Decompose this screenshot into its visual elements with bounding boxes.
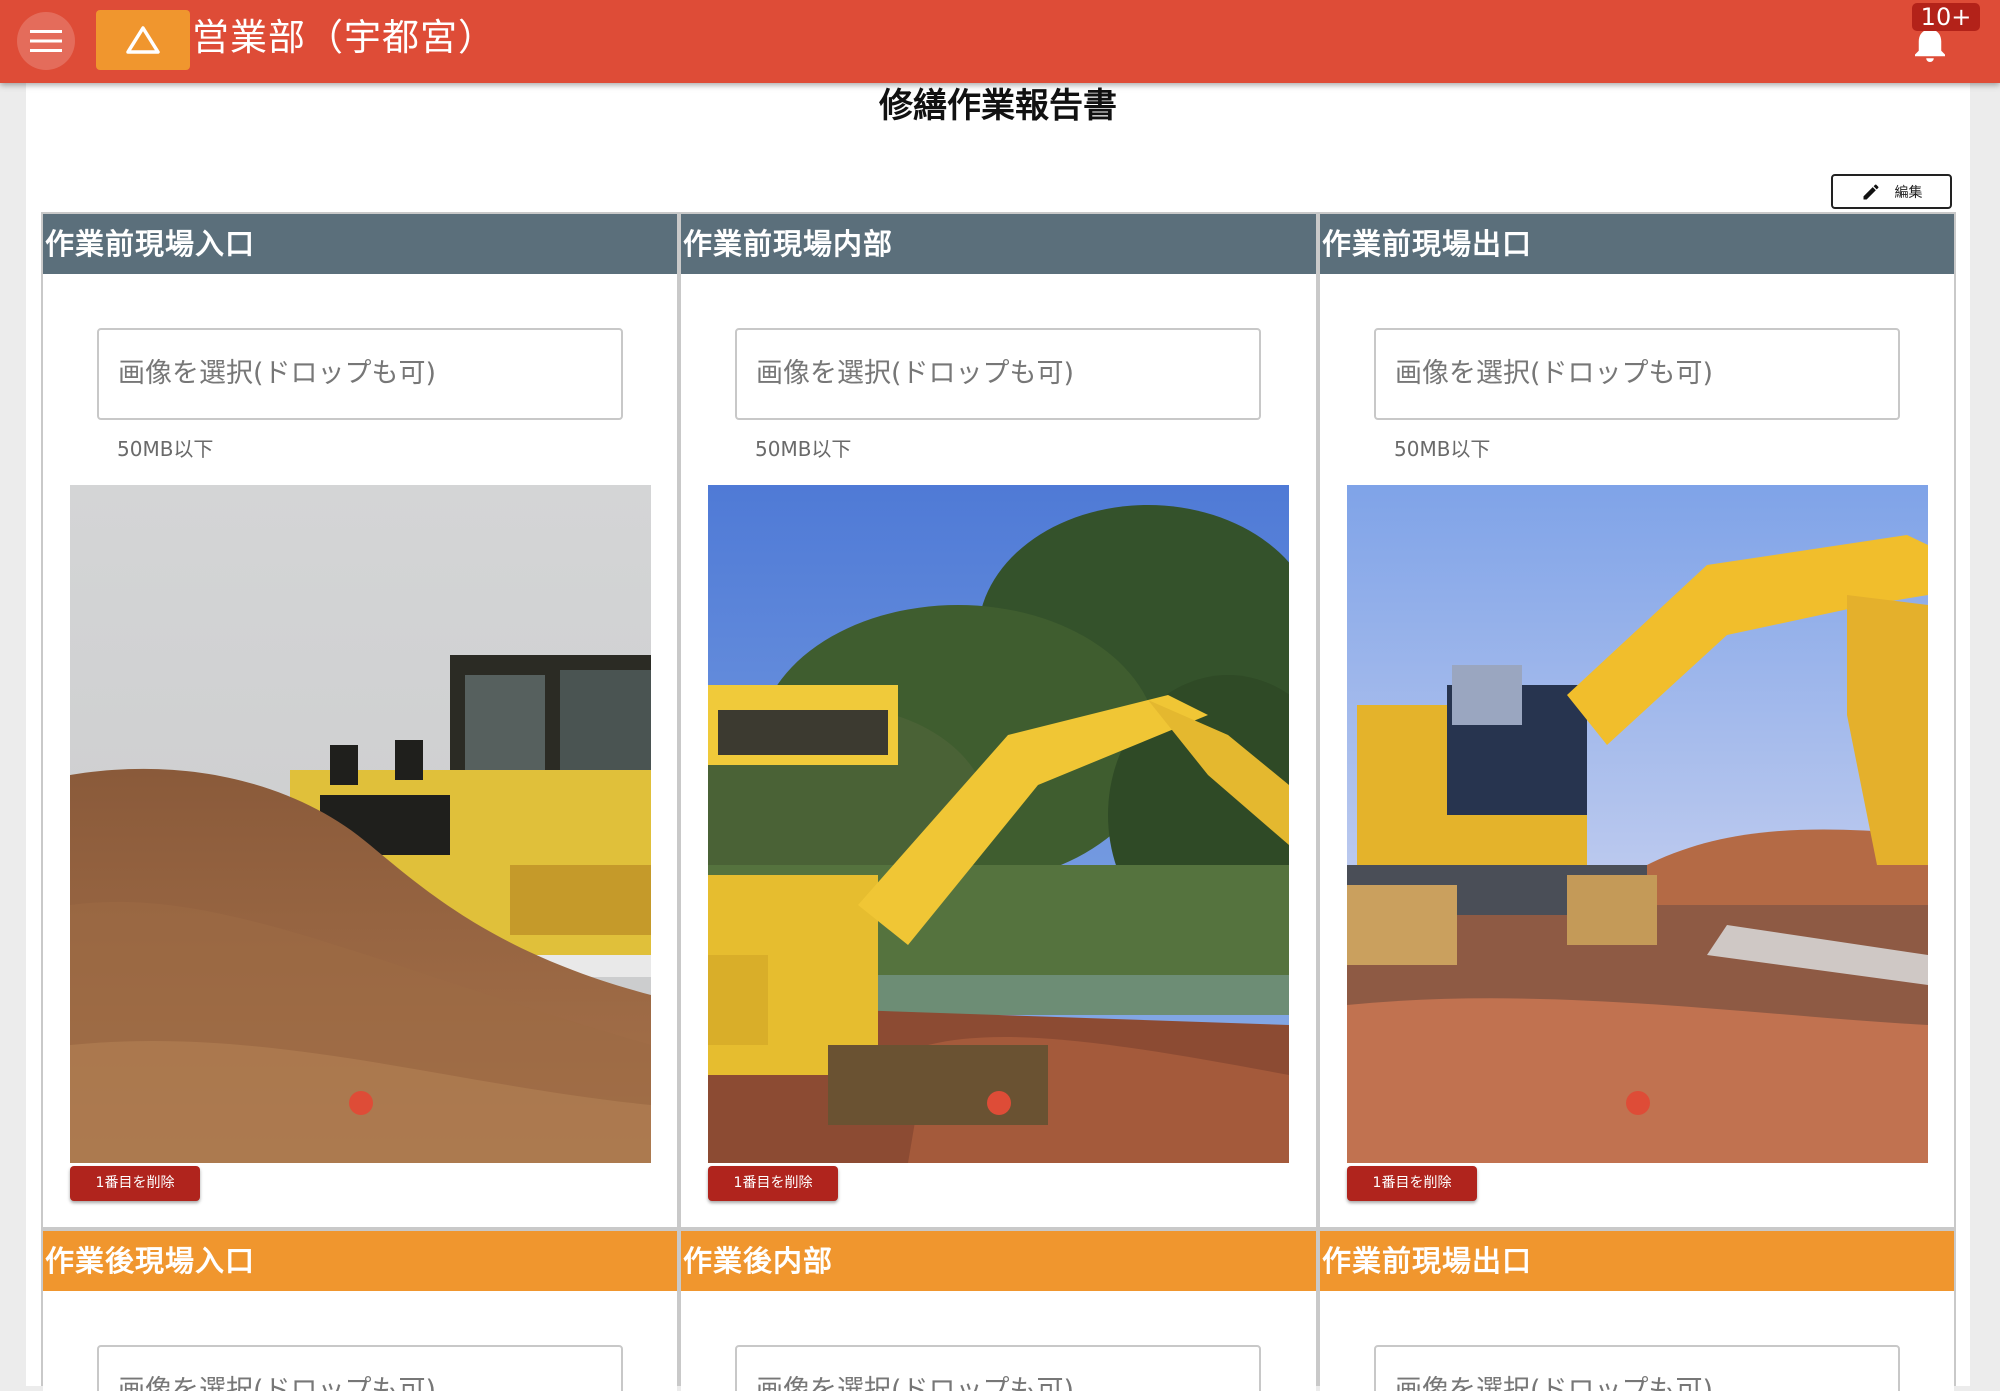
page-title: 修繕作業報告書 — [879, 86, 1117, 126]
uploaded-photo-excavator-dirt[interactable] — [1347, 485, 1928, 1163]
section-title: 作業後現場入口 — [43, 1231, 677, 1291]
delete-photo-button[interactable]: 1番目を削除 — [1347, 1166, 1477, 1201]
edit-button-label: 編集 — [1894, 184, 1923, 201]
section-before-exit: 作業前現場出口 画像を選択(ドロップも可) 50MB以下 1番目を削除 — [1320, 214, 1954, 1227]
image-file-input[interactable]: 画像を選択(ドロップも可) — [1374, 1345, 1900, 1391]
uploaded-photo-excavator-trees[interactable] — [708, 485, 1289, 1163]
size-limit-note: 50MB以下 — [755, 437, 852, 461]
section-after-interior: 作業後内部 画像を選択(ドロップも可) — [681, 1231, 1316, 1391]
delete-photo-button[interactable]: 1番目を削除 — [70, 1166, 200, 1201]
section-title: 作業後内部 — [681, 1231, 1316, 1291]
carousel-indicator[interactable] — [1626, 1091, 1650, 1115]
department-title: 営業部（宇都宮） — [192, 16, 496, 59]
section-title: 作業前現場出口 — [1320, 1231, 1954, 1291]
section-title: 作業前現場出口 — [1320, 214, 1954, 274]
uploaded-photo-bulldozer[interactable] — [70, 485, 651, 1163]
edit-button[interactable]: 編集 — [1831, 174, 1952, 209]
menu-button[interactable] — [17, 12, 75, 70]
delete-photo-button[interactable]: 1番目を削除 — [708, 1166, 838, 1201]
top-app-bar: 営業部（宇都宮） 10+ — [0, 0, 2000, 83]
section-after-entrance: 作業後現場入口 画像を選択(ドロップも可) — [43, 1231, 677, 1391]
pencil-icon — [1863, 183, 1878, 199]
image-file-input[interactable]: 画像を選択(ドロップも可) — [735, 1345, 1261, 1391]
carousel-indicator[interactable] — [349, 1091, 373, 1115]
photo-grid: 作業前現場入口 画像を選択(ドロップも可) 50MB以下 1番目を削除 作業前現… — [41, 212, 1956, 1391]
image-file-input[interactable]: 画像を選択(ドロップも可) — [97, 1345, 623, 1391]
section-title: 作業前現場内部 — [681, 214, 1316, 274]
notification-count-badge: 10+ — [1912, 3, 1980, 31]
image-file-input[interactable]: 画像を選択(ドロップも可) — [735, 328, 1261, 420]
section-before-entrance: 作業前現場入口 画像を選択(ドロップも可) 50MB以下 1番目を削除 — [43, 214, 677, 1227]
app-logo[interactable] — [96, 10, 190, 70]
size-limit-note: 50MB以下 — [117, 437, 214, 461]
warning-triangle-icon — [126, 26, 160, 54]
carousel-indicator[interactable] — [987, 1091, 1011, 1115]
size-limit-note: 50MB以下 — [1394, 437, 1491, 461]
image-file-input[interactable]: 画像を選択(ドロップも可) — [97, 328, 623, 420]
section-title: 作業前現場入口 — [43, 214, 677, 274]
section-after-exit: 作業前現場出口 画像を選択(ドロップも可) — [1320, 1231, 1954, 1391]
section-before-interior: 作業前現場内部 画像を選択(ドロップも可) 50MB以下 1番目を削除 — [681, 214, 1316, 1227]
image-file-input[interactable]: 画像を選択(ドロップも可) — [1374, 328, 1900, 420]
hamburger-icon — [30, 30, 62, 52]
